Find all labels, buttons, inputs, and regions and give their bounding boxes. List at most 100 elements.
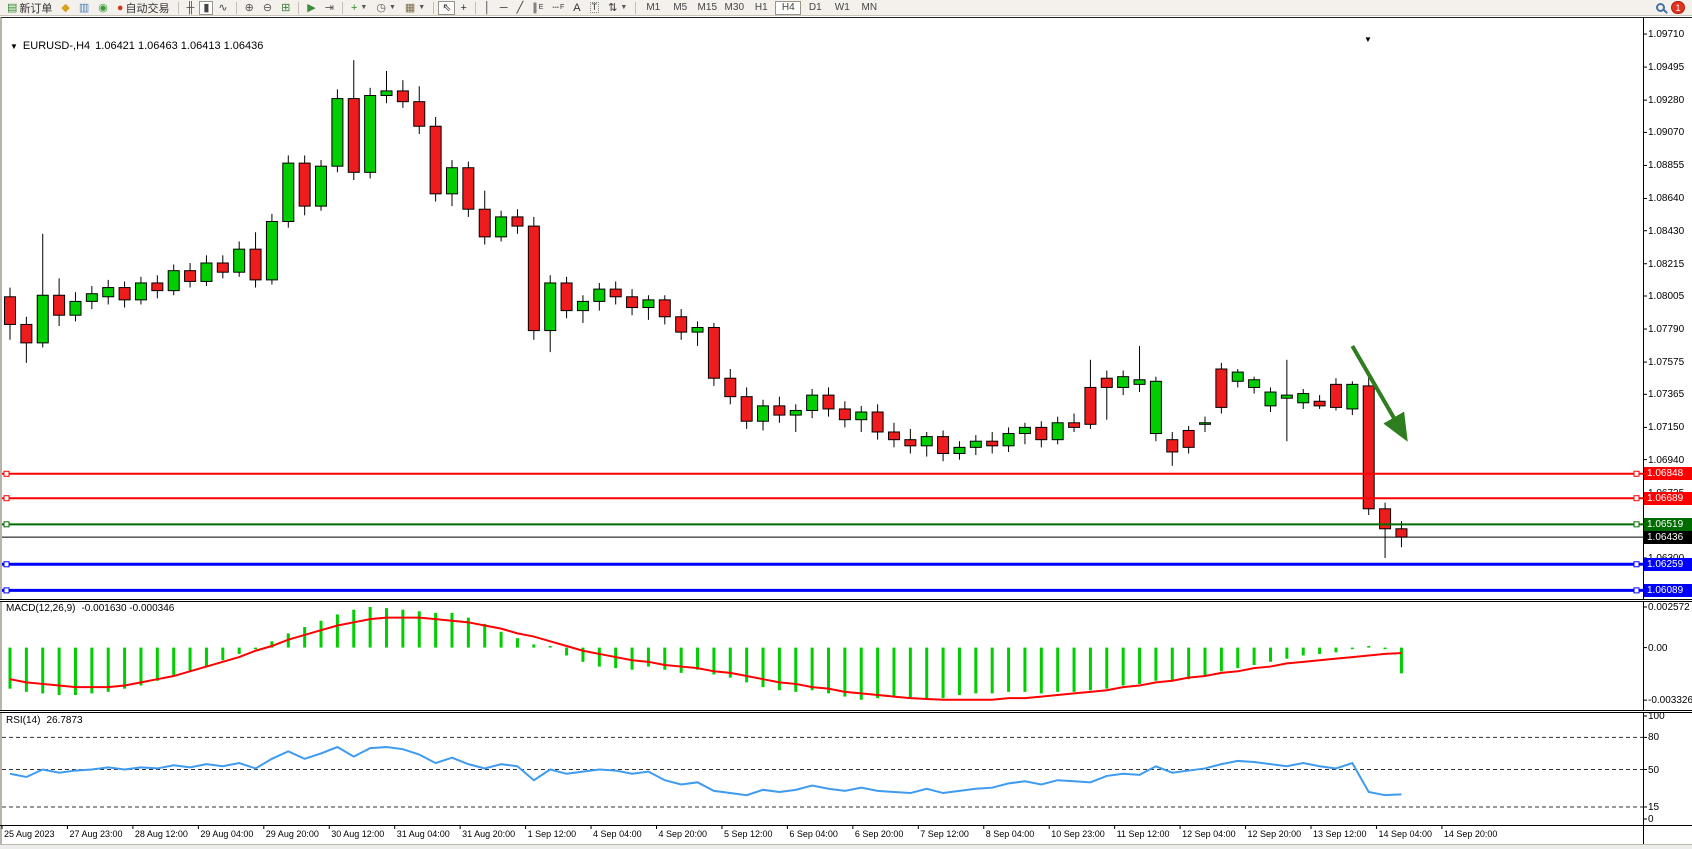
time-axis-label: 4 Sep 20:00 — [659, 829, 708, 839]
time-axis-label: 11 Sep 12:00 — [1117, 829, 1170, 839]
time-axis-label: 28 Aug 12:00 — [135, 829, 188, 839]
candle-body — [856, 412, 867, 420]
candle-body — [970, 441, 981, 447]
candle-body — [659, 300, 670, 317]
candle-body — [1216, 369, 1227, 407]
candle-body — [414, 102, 425, 127]
candle-body — [299, 163, 310, 206]
chart-title: ▼ EURUSD-,H4 1.06421 1.06463 1.06413 1.0… — [10, 40, 263, 52]
candle-body — [839, 409, 850, 420]
price-line-tag: 1.06689 — [1644, 492, 1692, 505]
candle-body — [1019, 427, 1030, 433]
price-axis-label: 1.08855 — [1648, 160, 1684, 171]
candle-body — [365, 96, 376, 173]
price-axis-label: 1.08430 — [1648, 226, 1684, 237]
macd-values: -0.001630 -0.000346 — [81, 603, 174, 614]
time-axis-label: 1 Sep 12:00 — [528, 829, 577, 839]
line-handle[interactable] — [1634, 522, 1639, 527]
rsi-axis-label: 0 — [1648, 814, 1654, 825]
line-handle[interactable] — [1634, 588, 1639, 593]
symbol-dropdown-icon[interactable]: ▼ — [10, 42, 18, 51]
candle-body — [888, 432, 899, 440]
candle-body — [348, 99, 359, 173]
macd-axis-label: 0.002572 — [1648, 602, 1690, 613]
line-handle[interactable] — [4, 496, 9, 501]
candle-body — [1380, 509, 1391, 529]
price-axis-label: 1.08005 — [1648, 291, 1684, 302]
time-axis-label: 4 Sep 04:00 — [593, 829, 642, 839]
candle-body — [1150, 381, 1161, 433]
candle-body — [86, 294, 97, 302]
candle-body — [921, 437, 932, 446]
candle-body — [1003, 434, 1014, 446]
pane-separator-macd[interactable] — [0, 599, 1692, 602]
candle-body — [496, 217, 507, 237]
candle-body — [217, 263, 228, 272]
candle-body — [790, 410, 801, 415]
time-axis-label: 13 Sep 12:00 — [1313, 829, 1367, 839]
chart-shift-marker-icon[interactable]: ▼ — [1364, 35, 1372, 44]
time-axis-label: 6 Sep 20:00 — [855, 829, 904, 839]
rsi-axis-label: 15 — [1648, 802, 1659, 813]
candle-body — [954, 447, 965, 453]
candle-body — [528, 226, 539, 330]
time-axis-label: 29 Aug 04:00 — [200, 829, 253, 839]
candle-body — [512, 217, 523, 226]
candle-body — [545, 283, 556, 331]
price-line-tag: 1.06259 — [1644, 558, 1692, 571]
candle-body — [201, 263, 212, 281]
price-axis-label: 1.07790 — [1648, 324, 1684, 335]
price-line-tag: 1.06436 — [1644, 531, 1692, 544]
candle-body — [283, 163, 294, 221]
line-handle[interactable] — [4, 471, 9, 476]
time-axis-label: 8 Sep 04:00 — [986, 829, 1035, 839]
candle-body — [1052, 423, 1063, 440]
candle-body — [1134, 380, 1145, 385]
line-handle[interactable] — [1634, 496, 1639, 501]
line-handle[interactable] — [4, 588, 9, 593]
candle-body — [1396, 529, 1407, 537]
price-axis-label: 1.08640 — [1648, 193, 1684, 204]
line-handle[interactable] — [4, 522, 9, 527]
candle-body — [577, 301, 588, 310]
price-axis-label: 1.09495 — [1648, 62, 1684, 73]
candle-body — [316, 166, 327, 206]
time-axis-label: 12 Sep 20:00 — [1248, 829, 1302, 839]
price-axis-label: 1.06940 — [1648, 455, 1684, 466]
macd-name: MACD(12,26,9) — [6, 603, 75, 614]
chart-ohlc-values: 1.06421 1.06463 1.06413 1.06436 — [95, 40, 263, 52]
time-axis-label: 14 Sep 20:00 — [1444, 829, 1498, 839]
candle-body — [103, 288, 114, 297]
trend-arrow-annotation[interactable] — [1352, 346, 1404, 437]
candle-body — [1347, 384, 1358, 409]
macd-signal-line — [10, 618, 1401, 700]
time-axis-label: 27 Aug 23:00 — [69, 829, 122, 839]
time-axis-label: 30 Aug 12:00 — [331, 829, 384, 839]
time-axis-separator — [0, 825, 1692, 826]
candle-body — [234, 249, 245, 272]
candle-body — [185, 271, 196, 282]
line-handle[interactable] — [1634, 471, 1639, 476]
time-axis-label: 25 Aug 2023 — [4, 829, 55, 839]
candle-body — [725, 378, 736, 396]
candle-body — [1036, 427, 1047, 439]
price-axis-label: 1.07150 — [1648, 422, 1684, 433]
candle-body — [446, 168, 457, 194]
candle-body — [1330, 384, 1341, 407]
candle-body — [643, 300, 654, 308]
time-axis-label: 7 Sep 12:00 — [920, 829, 969, 839]
candle-body — [1167, 440, 1178, 452]
pane-separator-rsi[interactable] — [0, 710, 1692, 713]
candle-body — [463, 168, 474, 209]
candle-body — [1101, 378, 1112, 387]
chart-canvas[interactable] — [0, 0, 1692, 849]
line-handle[interactable] — [4, 562, 9, 567]
price-line-tag: 1.06848 — [1644, 467, 1692, 480]
time-axis-label: 31 Aug 04:00 — [397, 829, 450, 839]
candle-body — [758, 406, 769, 421]
candle-body — [1298, 394, 1309, 403]
line-handle[interactable] — [1634, 562, 1639, 567]
candle-body — [1363, 386, 1374, 509]
candle-body — [250, 249, 261, 280]
price-axis-label: 1.09280 — [1648, 95, 1684, 106]
